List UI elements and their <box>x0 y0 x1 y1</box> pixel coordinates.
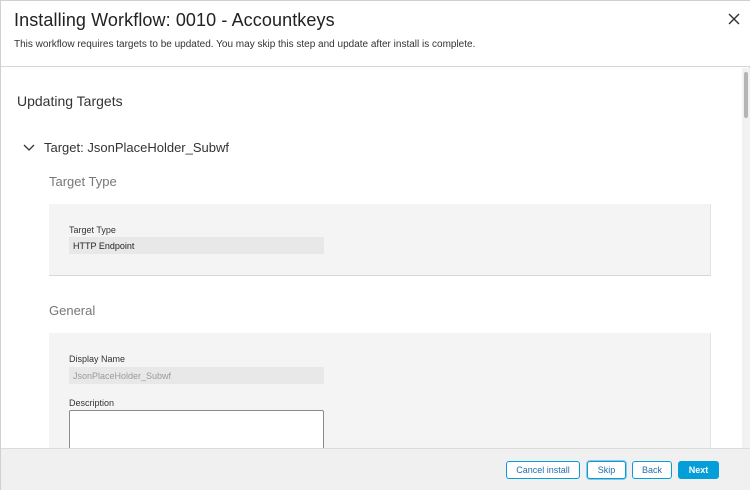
next-button[interactable]: Next <box>678 461 719 479</box>
display-name-field: JsonPlaceHolder_Subwf <box>69 367 324 384</box>
body-scrollbar[interactable] <box>742 68 750 448</box>
target-type-heading: Target Type <box>49 174 117 189</box>
close-button[interactable] <box>724 9 744 29</box>
target-expander[interactable]: Target: JsonPlaceHolder_Subwf <box>23 138 229 156</box>
skip-button[interactable]: Skip <box>587 461 626 479</box>
cancel-install-button[interactable]: Cancel install <box>506 461 580 479</box>
chevron-down-icon <box>23 144 35 151</box>
display-name-label: Display Name <box>69 354 126 364</box>
dialog-footer: Cancel install Skip Back Next <box>1 448 750 490</box>
target-type-label: Target Type <box>69 225 116 235</box>
target-type-value: HTTP Endpoint <box>69 237 324 254</box>
dialog-header: Installing Workflow: 0010 - Accountkeys … <box>1 1 750 67</box>
description-textarea[interactable] <box>69 410 324 448</box>
target-title: Target: JsonPlaceHolder_Subwf <box>44 139 229 155</box>
general-card: Display Name JsonPlaceHolder_Subwf Descr… <box>49 333 711 448</box>
install-workflow-dialog: Installing Workflow: 0010 - Accountkeys … <box>0 0 750 490</box>
general-heading: General <box>49 303 96 318</box>
dialog-title: Installing Workflow: 0010 - Accountkeys <box>14 10 335 30</box>
scrollbar-thumb[interactable] <box>744 72 748 118</box>
section-title: Updating Targets <box>17 93 123 109</box>
close-icon <box>728 13 740 25</box>
back-button[interactable]: Back <box>632 461 672 479</box>
dialog-body[interactable]: Updating Targets Target: JsonPlaceHolder… <box>1 68 750 448</box>
description-label: Description <box>69 398 115 408</box>
target-type-card: Target Type HTTP Endpoint <box>49 204 711 276</box>
dialog-subtitle: This workflow requires targets to be upd… <box>14 39 476 50</box>
